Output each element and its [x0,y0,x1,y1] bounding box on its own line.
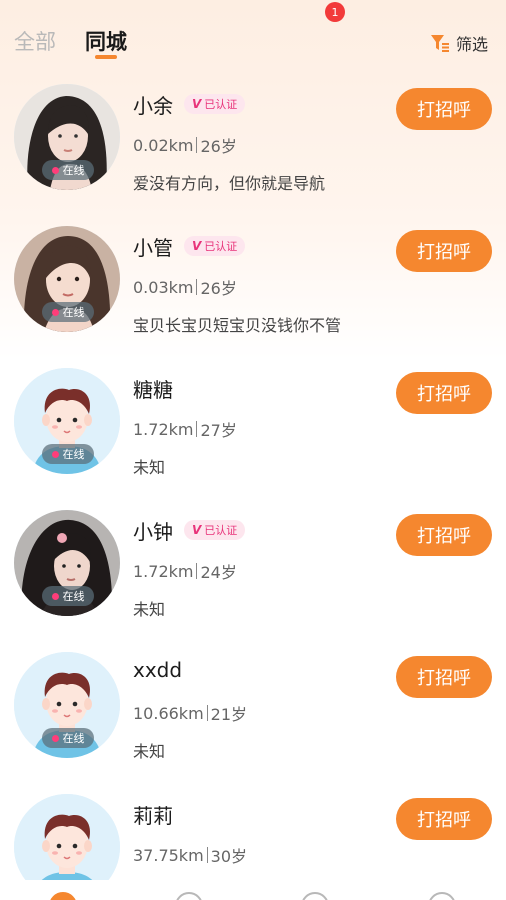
user-age: 26岁 [200,137,237,156]
verified-label: 已认证 [204,524,238,537]
user-name: xxdd [133,658,183,682]
verified-v-icon: V [192,239,202,253]
online-status: 在线 [42,302,94,322]
user-meta: 1.72km 24岁 [133,559,237,583]
greet-button[interactable]: 打招呼 [396,230,492,272]
greet-button[interactable]: 打招呼 [396,656,492,698]
filter-button[interactable]: 筛选 [430,31,488,55]
avatar[interactable]: 在线 [14,84,120,190]
verified-label: 已认证 [204,98,238,111]
user-meta: 0.02km 26岁 [133,133,237,157]
user-distance: 37.75km [133,845,204,865]
avatar[interactable]: 在线 [14,510,120,616]
user-age: 24岁 [200,563,237,582]
online-status: 在线 [42,586,94,606]
nav-home-icon[interactable] [49,892,77,900]
user-age: 26岁 [200,279,237,298]
user-signature: 未知 [133,458,166,477]
verified-badge: V 已认证 [184,94,246,114]
user-age: 21岁 [210,705,248,724]
filter-label: 筛选 [455,35,488,54]
verified-badge: V 已认证 [184,520,246,540]
online-label: 在线 [62,164,85,177]
user-list: 在线 小余 V 已认证 0.02km 26岁 爱没有方向，但你就是导航 打招呼 [0,72,506,900]
user-signature: 爱没有方向，但你就是导航 [133,174,326,193]
message-badge: 1 [325,2,345,22]
avatar[interactable]: 在线 [14,226,120,332]
online-dot-icon [51,450,59,458]
meta-divider [196,137,198,153]
online-label: 在线 [62,732,85,745]
online-label: 在线 [62,590,85,603]
user-age: 30岁 [210,847,248,866]
avatar[interactable]: 在线 [14,368,120,474]
list-item[interactable]: 在线 糖糖 1.72km 27岁 未知 打招呼 [0,356,506,498]
online-dot-icon [51,166,59,174]
list-item[interactable]: 在线 小余 V 已认证 0.02km 26岁 爱没有方向，但你就是导航 打招呼 [0,72,506,214]
filter-funnel-icon [430,35,449,52]
online-label: 在线 [62,448,85,461]
greet-button[interactable]: 打招呼 [396,514,492,556]
top-bar: 全部 同城 筛选 [0,0,506,70]
meta-divider [196,421,198,437]
user-meta: 37.75km 30岁 [133,843,247,867]
verified-v-icon: V [192,97,202,111]
verified-badge: V 已认证 [184,236,246,256]
user-meta: 1.72km 27岁 [133,417,237,441]
active-tab-indicator [95,55,117,59]
user-distance: 1.72km [133,419,194,439]
greet-button[interactable]: 打招呼 [396,372,492,414]
list-item[interactable]: 在线 小管 V 已认证 0.03km 26岁 宝贝长宝贝短宝贝没钱你不管 打招呼 [0,214,506,356]
meta-divider [196,563,198,579]
online-status: 在线 [42,160,94,180]
online-dot-icon [51,734,59,742]
tab-city[interactable]: 同城 [85,26,127,56]
user-distance: 0.03km [133,277,194,297]
user-distance: 10.66km [133,703,204,723]
nav-discover-icon[interactable] [175,892,203,900]
nav-profile-icon[interactable] [428,892,456,900]
meta-divider [196,279,198,295]
user-name: 莉莉 [133,804,173,828]
verified-v-icon: V [192,523,202,537]
user-meta: 10.66km 21岁 [133,701,247,725]
meta-divider [206,705,208,721]
user-name: 小余 [133,94,173,118]
user-name: 小钟 [133,520,173,544]
bottom-nav [0,880,506,900]
user-meta: 0.03km 26岁 [133,275,237,299]
user-signature: 未知 [133,600,166,619]
user-age: 27岁 [200,421,237,440]
user-distance: 1.72km [133,561,194,581]
tab-all[interactable]: 全部 [14,26,56,56]
verified-label: 已认证 [204,240,238,253]
avatar[interactable]: 在线 [14,652,120,758]
greet-button[interactable]: 打招呼 [396,88,492,130]
nav-message-icon[interactable] [301,892,329,900]
user-distance: 0.02km [133,135,194,155]
list-item[interactable]: 在线 小钟 V 已认证 1.72km 24岁 未知 打招呼 [0,498,506,640]
user-name: 糖糖 [133,378,173,402]
online-dot-icon [51,592,59,600]
user-signature: 未知 [133,742,166,761]
user-name: 小管 [133,236,173,260]
online-dot-icon [51,308,59,316]
online-status: 在线 [42,728,94,748]
greet-button[interactable]: 打招呼 [396,798,492,840]
meta-divider [206,847,208,863]
user-signature: 宝贝长宝贝短宝贝没钱你不管 [133,316,342,335]
list-item[interactable]: 在线 xxdd 10.66km 21岁 未知 打招呼 [0,640,506,782]
online-label: 在线 [62,306,85,319]
online-status: 在线 [42,444,94,464]
